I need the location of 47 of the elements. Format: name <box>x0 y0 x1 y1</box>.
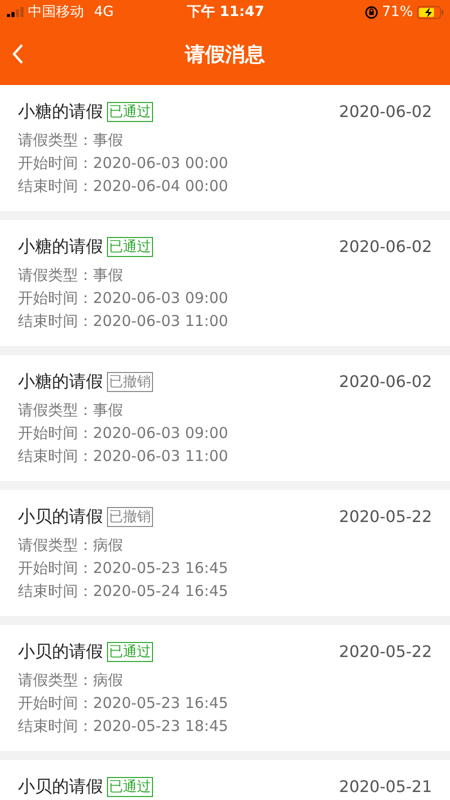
leave-date: 2020-05-22 <box>339 642 432 661</box>
battery-percent: 71% <box>382 4 413 20</box>
page-title: 请假消息 <box>185 41 265 68</box>
detail-line: 结束时间：2020-06-03 11:00 <box>18 446 230 467</box>
detail-line: 开始时间：2020-05-23 16:45 <box>18 693 230 714</box>
leave-title: 小糖的请假 <box>18 236 103 258</box>
detail-line: 开始时间：2020-06-03 09:00 <box>18 288 230 309</box>
leave-title: 小贝的请假 <box>18 641 103 663</box>
rotation-lock-icon <box>364 6 378 18</box>
detail-line: 结束时间：2020-05-23 18:45 <box>18 716 230 737</box>
leave-card[interactable]: 小贝的请假 已撤销 2020-05-22 请假类型：病假 开始时间：2020-05-23 16:45 结束时间：2020-05-24 16:45 <box>0 490 450 616</box>
leave-title: 小贝的请假 <box>18 776 103 798</box>
detail-line: 结束时间：2020-06-03 11:00 <box>18 311 230 332</box>
detail-line: 开始时间：2020-06-03 00:00 <box>18 153 230 174</box>
detail-line: 结束时间：2020-05-24 16:45 <box>18 581 230 602</box>
leave-card[interactable]: 小糖的请假 已通过 2020-06-02 请假类型：事假 开始时间：2020-06-03 00:00 结束时间：2020-06-04 00:00 <box>0 85 450 211</box>
back-icon[interactable] <box>10 42 26 66</box>
leave-date: 2020-06-02 <box>339 372 432 391</box>
detail-line: 请假类型：事假 <box>18 400 124 421</box>
detail-line: 请假类型：事假 <box>18 265 124 286</box>
leave-card[interactable]: 小糖的请假 已撤销 2020-06-02 请假类型：事假 开始时间：2020-06-03 09:00 结束时间：2020-06-03 11:00 <box>0 355 450 481</box>
detail-line: 请假类型：病假 <box>18 670 124 691</box>
leave-title: 小糖的请假 <box>18 371 103 393</box>
detail-line: 开始时间：2020-05-23 16:45 <box>18 558 230 579</box>
leave-date: 2020-05-22 <box>339 507 432 526</box>
leave-date: 2020-05-21 <box>339 777 432 796</box>
network-type: 4G <box>94 4 114 20</box>
leave-card[interactable]: 小贝的请假 已通过 2020-05-21 <box>0 760 450 800</box>
status-badge: 已通过 <box>107 642 153 662</box>
carrier-name: 中国移动 <box>28 3 84 21</box>
leave-title: 小糖的请假 <box>18 101 103 123</box>
status-badge: 已通过 <box>107 236 153 256</box>
leave-card[interactable]: 小糖的请假 已通过 2020-06-02 请假类型：事假 开始时间：2020-06-03 09:00 结束时间：2020-06-03 11:00 <box>0 220 450 346</box>
status-badge: 已撤销 <box>107 372 153 392</box>
clock-time: 下午 11:47 <box>186 3 264 21</box>
detail-line: 开始时间：2020-06-03 09:00 <box>18 423 230 444</box>
signal-icon <box>7 7 24 17</box>
detail-line: 请假类型：病假 <box>18 535 124 556</box>
status-badge: 已撤销 <box>107 506 153 526</box>
status-badge: 已通过 <box>107 102 153 122</box>
status-badge: 已通过 <box>107 776 153 796</box>
leave-date: 2020-06-02 <box>339 102 432 121</box>
leave-date: 2020-06-02 <box>339 237 432 256</box>
detail-line: 请假类型：事假 <box>18 130 124 151</box>
leave-card[interactable]: 小贝的请假 已通过 2020-05-22 请假类型：病假 开始时间：2020-05-23 16:45 结束时间：2020-05-23 18:45 <box>0 625 450 751</box>
detail-line: 结束时间：2020-06-04 00:00 <box>18 176 230 197</box>
leave-title: 小贝的请假 <box>18 506 103 528</box>
